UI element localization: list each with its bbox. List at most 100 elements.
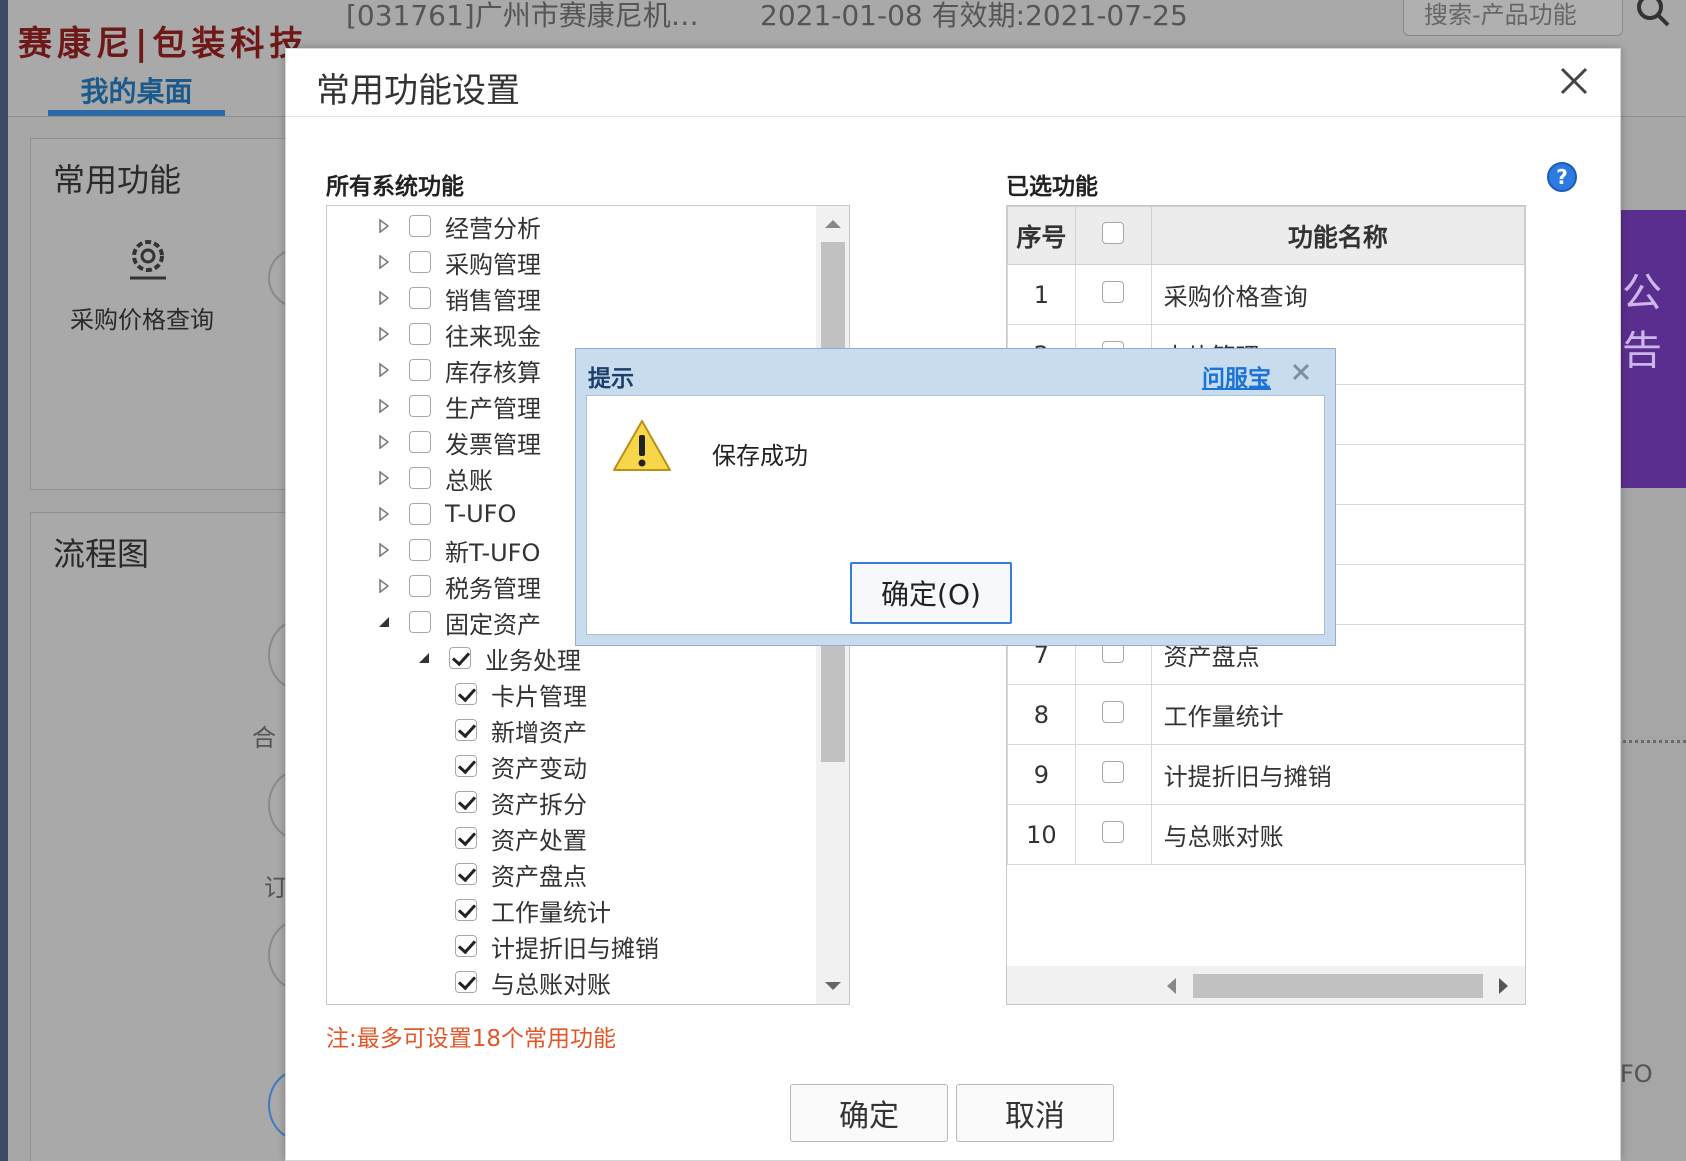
prompt-message: 保存成功 xyxy=(712,442,808,470)
horizontal-scrollbar[interactable] xyxy=(1007,966,1525,1004)
tree-item[interactable]: 往来现金 xyxy=(375,316,541,352)
selected-functions-label: 已选功能 xyxy=(1006,174,1098,200)
tree-item[interactable]: 计提折旧与摊销 xyxy=(421,928,659,964)
tree-item[interactable]: 资产变动 xyxy=(421,748,587,784)
tree-item[interactable]: 资产盘点 xyxy=(421,856,587,892)
close-icon[interactable] xyxy=(1554,61,1594,101)
tree-checkbox[interactable] xyxy=(455,719,477,741)
tree-item[interactable]: 工作量统计 xyxy=(421,892,611,928)
tab-active-indicator xyxy=(48,110,225,116)
tree-item[interactable]: 资产拆分 xyxy=(421,784,587,820)
collapsed-arrow-icon[interactable] xyxy=(375,577,393,595)
tree-item[interactable]: 新T-UFO xyxy=(375,532,540,568)
tree-item[interactable]: 税务管理 xyxy=(375,568,541,604)
tree-checkbox[interactable] xyxy=(409,251,431,273)
tree-checkbox[interactable] xyxy=(409,359,431,381)
table-row[interactable]: 8 工作量统计 xyxy=(1007,684,1525,745)
collapsed-arrow-icon[interactable] xyxy=(375,541,393,559)
row-checkbox[interactable] xyxy=(1102,280,1125,303)
tree-item[interactable]: 库存核算 xyxy=(375,352,541,388)
confirm-button[interactable]: 确定 xyxy=(790,1084,948,1142)
flow-node-label: 合 xyxy=(252,724,276,752)
collapsed-arrow-icon[interactable] xyxy=(375,253,393,271)
collapsed-arrow-icon[interactable] xyxy=(375,433,393,451)
collapsed-arrow-icon[interactable] xyxy=(375,289,393,307)
tree-checkbox[interactable] xyxy=(449,647,471,669)
divider xyxy=(1618,740,1686,743)
scroll-thumb[interactable] xyxy=(1193,974,1483,998)
tree-checkbox[interactable] xyxy=(409,215,431,237)
close-icon[interactable] xyxy=(1290,361,1312,383)
gear-icon[interactable] xyxy=(122,232,174,284)
row-select-cell[interactable] xyxy=(1074,744,1152,805)
tree-checkbox[interactable] xyxy=(409,395,431,417)
scroll-down-arrow[interactable] xyxy=(825,982,841,990)
expanded-arrow-icon[interactable] xyxy=(375,613,393,631)
tree-checkbox[interactable] xyxy=(409,431,431,453)
tree-checkbox[interactable] xyxy=(409,503,431,525)
help-service-link[interactable]: 问服宝 xyxy=(1202,359,1271,393)
collapsed-arrow-icon[interactable] xyxy=(375,469,393,487)
table-row[interactable]: 1 采购价格查询 xyxy=(1007,264,1525,325)
collapsed-arrow-icon[interactable] xyxy=(375,217,393,235)
scroll-right-arrow[interactable] xyxy=(1499,978,1508,994)
row-select-cell[interactable] xyxy=(1074,684,1152,745)
tree-item[interactable]: 总账 xyxy=(375,460,493,496)
tree-checkbox[interactable] xyxy=(455,755,477,777)
scroll-left-arrow[interactable] xyxy=(1167,978,1176,994)
tree-checkbox[interactable] xyxy=(409,467,431,489)
row-select-cell[interactable] xyxy=(1074,804,1152,865)
tree-item[interactable]: 经营分析 xyxy=(375,208,541,244)
table-row[interactable]: 9 计提折旧与摊销 xyxy=(1007,744,1525,805)
warning-icon xyxy=(613,420,671,471)
collapsed-arrow-icon[interactable] xyxy=(375,361,393,379)
tree-item[interactable]: 卡片管理 xyxy=(421,676,587,712)
tree-item[interactable]: 资产处置 xyxy=(421,820,587,856)
tree-item[interactable]: T-UFO xyxy=(375,496,516,532)
row-checkbox[interactable] xyxy=(1102,700,1125,723)
search-icon[interactable] xyxy=(1633,0,1673,30)
tree-checkbox[interactable] xyxy=(409,323,431,345)
tree-item[interactable]: 销售管理 xyxy=(375,280,541,316)
tree-item[interactable]: 发票管理 xyxy=(375,424,541,460)
help-icon[interactable]: ? xyxy=(1546,161,1578,193)
tree-item-label: T-UFO xyxy=(445,500,517,528)
cancel-button[interactable]: 取消 xyxy=(956,1084,1114,1142)
tree-item[interactable]: 与总账对账 xyxy=(421,964,611,1000)
panel-title: 流程图 xyxy=(53,535,150,573)
tree-checkbox[interactable] xyxy=(455,683,477,705)
tree-item[interactable]: 新增资产 xyxy=(421,712,587,748)
col-name-header: 功能名称 xyxy=(1150,206,1525,265)
collapsed-arrow-icon[interactable] xyxy=(375,325,393,343)
row-checkbox[interactable] xyxy=(1102,760,1125,783)
search-input[interactable]: 搜索-产品功能 xyxy=(1403,0,1623,36)
tree-checkbox[interactable] xyxy=(455,899,477,921)
tree-checkbox[interactable] xyxy=(409,287,431,309)
tree-checkbox[interactable] xyxy=(455,827,477,849)
tree-item[interactable]: 采购管理 xyxy=(375,244,541,280)
expanded-arrow-icon[interactable] xyxy=(415,649,433,667)
row-checkbox[interactable] xyxy=(1102,820,1125,843)
select-all-checkbox[interactable] xyxy=(1102,222,1125,244)
tree-checkbox[interactable] xyxy=(455,791,477,813)
tab-my-desktop[interactable]: 我的桌面 xyxy=(48,70,225,110)
collapsed-arrow-icon[interactable] xyxy=(375,397,393,415)
tree-checkbox[interactable] xyxy=(409,539,431,561)
scroll-up-arrow[interactable] xyxy=(825,220,841,228)
row-select-cell[interactable] xyxy=(1074,264,1152,325)
common-item-label[interactable]: 采购价格查询 xyxy=(70,300,214,335)
tree-checkbox[interactable] xyxy=(409,611,431,633)
prompt-ok-button[interactable]: 确定(O) xyxy=(850,562,1012,624)
tree-checkbox[interactable] xyxy=(409,575,431,597)
tree-item[interactable]: 生产管理 xyxy=(375,388,541,424)
tree-checkbox[interactable] xyxy=(455,863,477,885)
row-index: 10 xyxy=(1007,804,1076,865)
tree-checkbox[interactable] xyxy=(455,971,477,993)
table-row[interactable]: 10 与总账对账 xyxy=(1007,804,1525,865)
collapsed-arrow-icon[interactable] xyxy=(375,505,393,523)
col-select-header[interactable] xyxy=(1074,206,1152,265)
tree-checkbox[interactable] xyxy=(455,935,477,957)
dialog-title: 常用功能设置 xyxy=(316,71,520,111)
tree-item[interactable]: 业务处理 xyxy=(415,640,581,676)
tree-item[interactable]: 固定资产 xyxy=(375,604,541,640)
